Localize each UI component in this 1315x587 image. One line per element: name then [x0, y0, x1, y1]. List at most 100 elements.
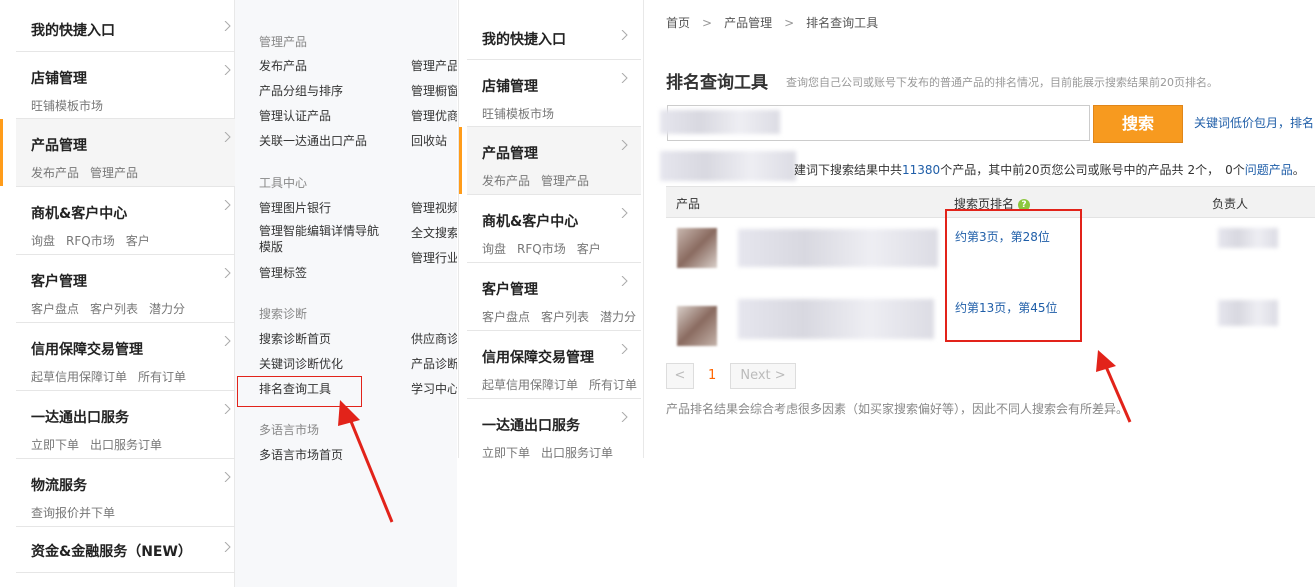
sidebar-sub-link[interactable]: 客户盘点: [482, 310, 530, 324]
submenu-link[interactable]: 关键词诊断优化: [259, 355, 343, 372]
sidebar-item-logistics[interactable]: 物流服务 查询报价并下单: [16, 459, 248, 527]
blurred-keyword: [660, 151, 796, 181]
submenu-heading: 搜索诊断: [259, 307, 308, 321]
sidebar-item-customers[interactable]: 客户管理 客户盘点 客户列表 潜力分: [16, 255, 248, 323]
sidebar-sub-link[interactable]: 潜力分: [600, 310, 636, 324]
keyword-search-input[interactable]: [660, 105, 1090, 141]
sidebar-item-label: 产品管理: [482, 146, 538, 162]
submenu-heading: 多语言市场: [259, 423, 320, 437]
submenu-link[interactable]: 管理认证产品: [259, 107, 331, 124]
sidebar-item-opportunities[interactable]: 商机&客户中心 询盘 RFQ市场 客户: [467, 195, 641, 263]
submenu-link[interactable]: 回收站: [411, 132, 457, 149]
breadcrumb-link[interactable]: 产品管理: [724, 16, 772, 30]
chevron-right-icon: [224, 132, 231, 142]
sidebar-sub-link[interactable]: 出口服务订单: [541, 446, 613, 460]
submenu-link[interactable]: 管理图片银行: [259, 199, 331, 216]
sidebar-sub-link[interactable]: 客户列表: [541, 310, 589, 324]
product-thumbnail[interactable]: [677, 306, 717, 346]
result-text: ，: [1207, 163, 1220, 177]
annotation-arrow-icon: [338, 400, 394, 523]
sidebar-item-customers[interactable]: 客户管理 客户盘点 客户列表 潜力分: [467, 263, 641, 331]
sidebar-sub-link[interactable]: 管理产品: [90, 166, 138, 180]
sidebar-sub-link[interactable]: 客户盘点: [31, 302, 79, 316]
sidebar-sub-link[interactable]: 潜力分: [149, 302, 185, 316]
submenu-link[interactable]: 搜索诊断首页: [259, 330, 331, 347]
sidebar-item-label: 我的快捷入口: [31, 23, 115, 39]
sidebar-item-shortcuts[interactable]: 我的快捷入口: [467, 14, 641, 60]
submenu-link[interactable]: 产品诊断: [411, 355, 457, 372]
sidebar-sub-link[interactable]: 发布产品: [31, 166, 79, 180]
submenu-link[interactable]: 学习中心: [411, 380, 457, 397]
result-text: 个产品，其中前20页您公司或账号中的产品共: [940, 163, 1184, 177]
submenu-link[interactable]: 管理橱窗: [411, 82, 457, 99]
sidebar-sub-link[interactable]: 所有订单: [138, 370, 186, 384]
submenu-link[interactable]: 管理行业: [411, 249, 457, 266]
search-button[interactable]: 搜索: [1093, 105, 1183, 143]
sidebar-item-label: 客户管理: [31, 274, 87, 290]
chevron-right-icon: [224, 336, 231, 346]
sidebar-subs: 发布产品 管理产品: [482, 172, 600, 189]
sidebar-item-products[interactable]: 产品管理 发布产品 管理产品: [0, 119, 248, 187]
sidebar-sub-link[interactable]: RFQ市场: [517, 242, 566, 256]
chevron-right-icon: [224, 472, 231, 482]
sidebar-sub-link[interactable]: 旺铺模板市场: [482, 107, 554, 121]
prev-page-button[interactable]: <: [666, 363, 694, 389]
blurred-keyword: [660, 110, 780, 134]
sidebar-item-trade-assurance[interactable]: 信用保障交易管理 起草信用保障订单 所有订单: [16, 323, 248, 391]
sidebar-sub-link[interactable]: 发布产品: [482, 174, 530, 188]
sidebar-sub-link[interactable]: 客户: [577, 242, 601, 256]
sidebar-item-label: 店铺管理: [482, 79, 538, 95]
sidebar-sub-link[interactable]: 立即下单: [482, 446, 530, 460]
sidebar-item-label: 商机&客户中心: [482, 214, 579, 230]
sidebar-sub-link[interactable]: 询盘: [31, 234, 55, 248]
sidebar-subs: 起草信用保障订单 所有订单: [31, 368, 197, 385]
submenu-link[interactable]: 管理优商: [411, 107, 457, 124]
submenu-link[interactable]: 管理智能编辑详情导航模版: [259, 223, 389, 255]
sidebar-sub-link[interactable]: 旺铺模板市场: [31, 99, 103, 113]
sidebar-item-finance[interactable]: 资金&金融服务（NEW）: [16, 527, 248, 573]
submenu-link[interactable]: 供应商诊: [411, 330, 457, 347]
sidebar-item-shortcuts[interactable]: 我的快捷入口: [16, 6, 248, 52]
submenu-link[interactable]: 关联一达通出口产品: [259, 132, 367, 149]
sidebar-sub-link[interactable]: 起草信用保障订单: [482, 378, 578, 392]
chevron-right-icon: [621, 344, 628, 354]
submenu-link[interactable]: 管理视频: [411, 199, 457, 216]
submenu-link[interactable]: 全文搜索: [411, 224, 457, 241]
sidebar-sub-link[interactable]: RFQ市场: [66, 234, 115, 248]
submenu-link[interactable]: 管理标签: [259, 264, 307, 281]
product-thumbnail[interactable]: [677, 228, 717, 268]
page-title: 排名查询工具: [666, 73, 768, 93]
sidebar-sub-link[interactable]: 起草信用保障订单: [31, 370, 127, 384]
sidebar-subs: 客户盘点 客户列表 潜力分: [482, 308, 647, 325]
sidebar-subs: 询盘 RFQ市场 客户: [482, 240, 612, 257]
ranking-note: 产品排名结果会综合考虑很多因素（如买家搜索偏好等），因此不同人搜索会有所差异。: [666, 402, 1129, 416]
sidebar-item-products[interactable]: 产品管理 发布产品 管理产品: [459, 127, 641, 195]
current-page[interactable]: 1: [708, 368, 716, 383]
sidebar-item-store[interactable]: 店铺管理 旺铺模板市场: [16, 52, 248, 119]
keyword-promo-link[interactable]: 关键词低价包月，排名: [1194, 114, 1314, 131]
problem-products-link[interactable]: 问题产品: [1245, 163, 1293, 177]
sidebar-sub-link[interactable]: 客户列表: [90, 302, 138, 316]
sidebar-item-store[interactable]: 店铺管理 旺铺模板市场: [467, 60, 641, 127]
submenu-link[interactable]: 管理产品: [411, 57, 457, 74]
sidebar-sub-link[interactable]: 管理产品: [541, 174, 589, 188]
sidebar-sub-link[interactable]: 立即下单: [31, 438, 79, 452]
sidebar-subs: 旺铺模板市场: [482, 105, 565, 122]
sidebar-item-trade-assurance[interactable]: 信用保障交易管理 起草信用保障订单 所有订单: [467, 331, 641, 399]
sidebar-item-export-service[interactable]: 一达通出口服务 立即下单 出口服务订单: [16, 391, 248, 459]
sidebar-item-label: 店铺管理: [31, 71, 87, 87]
sidebar-sub-link[interactable]: 询盘: [482, 242, 506, 256]
submenu-link[interactable]: 产品分组与排序: [259, 82, 343, 99]
sidebar-item-opportunities[interactable]: 商机&客户中心 询盘 RFQ市场 客户: [16, 187, 248, 255]
sidebar-item-export-service[interactable]: 一达通出口服务 立即下单 出口服务订单: [467, 399, 641, 460]
breadcrumb-link[interactable]: 首页: [666, 16, 690, 30]
sidebar-sub-link[interactable]: 出口服务订单: [90, 438, 162, 452]
chevron-right-icon: >: [784, 16, 795, 30]
sidebar-sub-link[interactable]: 客户: [126, 234, 150, 248]
sidebar-sub-link[interactable]: 查询报价并下单: [31, 506, 115, 520]
next-page-button[interactable]: Next >: [730, 363, 796, 389]
submenu-link[interactable]: 发布产品: [259, 57, 307, 74]
sidebar-item-label: 信用保障交易管理: [482, 350, 594, 366]
result-own-count: 2个: [1187, 163, 1208, 177]
sidebar-sub-link[interactable]: 所有订单: [589, 378, 637, 392]
